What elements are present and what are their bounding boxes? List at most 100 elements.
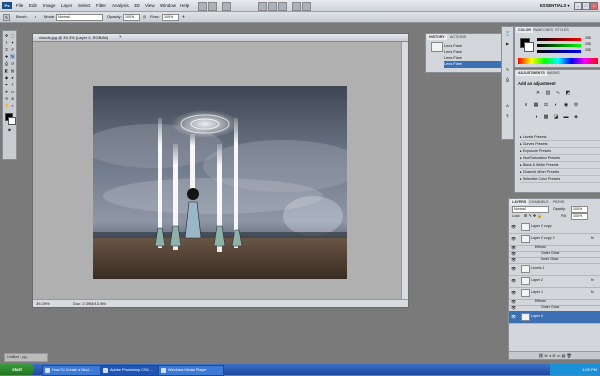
photo-filter-icon[interactable]: ◉	[563, 102, 569, 108]
marquee-tool-icon[interactable]: ⬚	[10, 33, 15, 38]
hand-tool-icon[interactable]	[258, 2, 267, 11]
preset-selective-color[interactable]: ▸ Selective Color Presets	[520, 176, 600, 183]
background-color-swatch[interactable]	[8, 117, 16, 125]
menu-filter[interactable]: Filter	[96, 3, 106, 8]
brightness-contrast-icon[interactable]: ☀	[535, 90, 541, 96]
menu-select[interactable]: Select	[78, 3, 91, 8]
visibility-eye-icon[interactable]: 👁	[511, 305, 516, 310]
visibility-eye-icon[interactable]: 👁	[511, 290, 516, 295]
type-tool-icon[interactable]: T	[10, 82, 15, 87]
tab-adjustments[interactable]: ADJUSTMENTS	[516, 70, 547, 76]
visibility-eye-icon[interactable]: 👁	[511, 278, 516, 283]
tab-history[interactable]: HISTORY	[427, 34, 447, 40]
tab-swatches[interactable]: SWATCHES	[531, 27, 555, 33]
opacity-input[interactable]: 100%	[123, 14, 140, 21]
visibility-eye-icon[interactable]: 👁	[511, 251, 516, 256]
3d-orbit-icon[interactable]: ⊛	[10, 96, 15, 101]
menu-analysis[interactable]: Analysis	[112, 3, 129, 8]
blur-tool-icon[interactable]: ◆	[4, 75, 9, 80]
rotate-view-icon[interactable]	[278, 2, 287, 11]
menu-file[interactable]: File	[16, 3, 23, 8]
visibility-eye-icon[interactable]: 👁	[511, 245, 516, 250]
path-selection-icon[interactable]: ➤	[4, 89, 9, 94]
blue-value[interactable]: 255	[585, 48, 591, 52]
vibrance-icon[interactable]: ∨	[523, 102, 529, 108]
layer-thumbnail[interactable]	[521, 223, 530, 231]
hue-saturation-icon[interactable]: ▦	[533, 102, 539, 108]
tab-layers[interactable]: LAYERS	[510, 199, 529, 205]
document-tab[interactable]: clouds.jpg @ 39.3% (Layer 0, RGB/8#) ×	[33, 34, 408, 42]
preset-curves[interactable]: ▸ Curves Presets	[520, 141, 600, 148]
arrange-documents-icon[interactable]	[292, 2, 301, 11]
channel-mixer-icon[interactable]: ⚙	[573, 102, 579, 108]
flow-input[interactable]: 100%	[162, 14, 179, 21]
pen-tool-icon[interactable]: ✒	[4, 82, 9, 87]
mode-select[interactable]: Normal	[56, 14, 103, 21]
preset-black-white[interactable]: ▸ Black & White Presets	[520, 162, 600, 169]
quick-selection-icon[interactable]: ✦	[10, 40, 15, 45]
menu-window[interactable]: Window	[160, 3, 176, 8]
visibility-eye-icon[interactable]: 👁	[511, 224, 516, 229]
zoom-icon[interactable]: ⌕	[10, 103, 15, 108]
black-white-icon[interactable]: ◐	[553, 102, 559, 108]
red-value[interactable]: 255	[585, 36, 591, 40]
menu-view[interactable]: View	[145, 3, 155, 8]
lock-pixels-icon[interactable]: ⊞ ✎ ✥ 🔒	[524, 213, 542, 218]
healing-brush-icon[interactable]: ✚	[4, 54, 9, 59]
visibility-eye-icon[interactable]: 👁	[511, 314, 516, 319]
minimize-icon[interactable]: –	[574, 2, 582, 10]
eraser-icon[interactable]: ◧	[4, 68, 9, 73]
brush-picker-icon[interactable]: •	[33, 14, 38, 19]
taskbar-button-photoshop[interactable]: Adobe Photoshop CS4 ...	[100, 365, 166, 376]
menu-layer[interactable]: Layer	[61, 3, 72, 8]
threshold-icon[interactable]: ◪	[553, 114, 559, 120]
maximize-icon[interactable]: □	[582, 2, 590, 10]
tab-channels[interactable]: CHANNELS	[527, 199, 551, 205]
gradient-map-icon[interactable]: ▬	[563, 114, 569, 120]
tab-paths[interactable]: PATHS	[551, 199, 566, 205]
mini-bridge-icon[interactable]	[208, 2, 217, 11]
green-slider[interactable]	[537, 44, 581, 47]
invert-icon[interactable]: ◑	[533, 114, 539, 120]
workspace-switcher[interactable]: ESSENTIALS ▾	[540, 3, 570, 8]
color-ramp[interactable]	[518, 58, 598, 64]
brush-tool-icon[interactable]: ✎	[10, 54, 15, 59]
menu-edit[interactable]: Edit	[29, 3, 37, 8]
green-value[interactable]: 255	[585, 42, 591, 46]
exposure-icon[interactable]: ◩	[565, 90, 571, 96]
menu-image[interactable]: Image	[43, 3, 56, 8]
zoom-readout[interactable]: 39.29%	[36, 301, 50, 306]
actions-panel-icon[interactable]: ▶	[505, 41, 510, 46]
start-button[interactable]: start	[0, 364, 34, 375]
brushes-panel-icon[interactable]: ✎	[505, 67, 510, 72]
move-tool-icon[interactable]: ✥	[4, 33, 9, 38]
history-item-selected[interactable]: Lens Flare	[444, 61, 504, 68]
hand-icon[interactable]: ✋	[4, 103, 9, 108]
layer-fx-icon[interactable]: fx	[591, 290, 594, 294]
quick-mask-icon[interactable]: ◙	[7, 127, 12, 132]
brush-tool-preset-icon[interactable]: ✎	[3, 14, 10, 21]
layer-fx-icon[interactable]: fx	[591, 236, 594, 240]
3d-rotate-icon[interactable]: ⟲	[4, 96, 9, 101]
menu-3d[interactable]: 3D	[134, 3, 140, 8]
blend-mode-select[interactable]: Normal	[512, 206, 549, 213]
taskbar-button-browser[interactable]: How To Create a Mod...	[42, 365, 108, 376]
character-panel-icon[interactable]: A	[505, 103, 510, 108]
zoom-tool-icon[interactable]	[268, 2, 277, 11]
bridge-icon[interactable]	[198, 2, 207, 11]
layer-thumbnail[interactable]	[521, 265, 530, 273]
preset-exposure[interactable]: ▸ Exposure Presets	[520, 148, 600, 155]
tab-actions[interactable]: ACTIONS	[448, 34, 468, 40]
eyedropper-icon[interactable]: ✐	[10, 47, 15, 52]
zoom-level-icon[interactable]	[222, 2, 231, 11]
fill-input[interactable]: 100%	[571, 213, 588, 220]
layer-thumbnail[interactable]	[521, 313, 530, 321]
red-slider[interactable]	[537, 38, 581, 41]
airbrush-icon[interactable]: ✈	[181, 14, 186, 19]
layer-thumbnail[interactable]	[521, 235, 530, 243]
close-icon[interactable]: ×	[590, 2, 598, 10]
clone-source-icon[interactable]: ⎙	[505, 77, 510, 82]
lasso-tool-icon[interactable]: ℓ	[4, 40, 9, 45]
visibility-eye-icon[interactable]: 👁	[511, 236, 516, 241]
levels-icon[interactable]: ▥	[545, 90, 551, 96]
